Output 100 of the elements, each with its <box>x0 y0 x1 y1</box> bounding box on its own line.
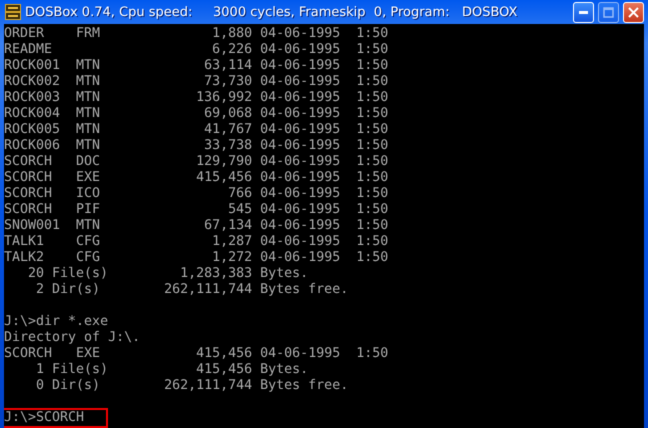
file-size: 1,272 <box>211 250 252 266</box>
file-size: 1,880 <box>211 26 252 42</box>
file-time: 1:50 <box>355 186 388 202</box>
file-extension: CFG <box>76 234 100 250</box>
file-extension: MTN <box>76 58 100 74</box>
file-extension: DOC <box>76 154 100 170</box>
file-name: ROCK006 <box>4 138 62 154</box>
file-extension: ICO <box>76 186 100 202</box>
file-size: 6,226 <box>211 42 252 58</box>
file-date: 04-06-1995 <box>260 234 340 250</box>
file-date: 04-06-1995 <box>260 346 340 362</box>
file-extension: EXE <box>76 170 100 186</box>
file-size: 766 <box>227 186 252 202</box>
file-size: 415,456 <box>195 170 252 186</box>
file-size: 69,068 <box>203 106 252 122</box>
file-time: 1:50 <box>355 138 388 154</box>
command-line: J:\>dir *.exe <box>4 314 108 330</box>
summary-label: Dir(s) <box>52 282 102 298</box>
file-date: 04-06-1995 <box>260 106 340 122</box>
file-size: 136,992 <box>195 90 252 106</box>
file-name: TALK1 <box>4 234 46 250</box>
directory-header: Directory of J:\. <box>4 330 140 346</box>
summary-count: 20 <box>27 266 44 282</box>
file-time: 1:50 <box>355 154 388 170</box>
summary-label: Dir(s) <box>52 378 102 394</box>
file-date: 04-06-1995 <box>260 74 340 90</box>
file-date: 04-06-1995 <box>260 202 340 218</box>
file-name: README <box>4 42 54 58</box>
minimize-button[interactable] <box>573 2 594 22</box>
summary-unit: Bytes free. <box>260 282 348 298</box>
file-time: 1:50 <box>355 42 388 58</box>
close-button[interactable] <box>623 2 644 22</box>
summary-amount: 1,283,383 <box>179 266 252 282</box>
file-name: SNOW001 <box>4 218 62 234</box>
file-extension: MTN <box>76 90 100 106</box>
file-date: 04-06-1995 <box>260 58 340 74</box>
file-date: 04-06-1995 <box>260 218 340 234</box>
file-size: 33,738 <box>203 138 252 154</box>
summary-count: 0 <box>35 378 44 394</box>
file-date: 04-06-1995 <box>260 154 340 170</box>
summary-amount: 415,456 <box>195 362 252 378</box>
file-time: 1:50 <box>355 170 388 186</box>
file-time: 1:50 <box>355 122 388 138</box>
summary-count: 2 <box>35 282 44 298</box>
command-prompt: J:\>SCORCH <box>4 410 106 426</box>
file-name: ROCK003 <box>4 90 62 106</box>
file-size: 545 <box>227 202 252 218</box>
summary-amount: 262,111,744 <box>163 282 252 298</box>
summary-unit: Bytes. <box>260 266 308 282</box>
summary-label: File(s) <box>52 362 108 378</box>
file-extension: MTN <box>76 74 100 90</box>
window-title: DOSBox 0.74, Cpu speed: 3000 cycles, Frameskip 0, Program: DOSBOX <box>25 4 518 20</box>
file-name: SCORCH <box>4 186 54 202</box>
file-name: ROCK005 <box>4 122 62 138</box>
file-date: 04-06-1995 <box>260 138 340 154</box>
file-time: 1:50 <box>355 234 388 250</box>
file-extension: FRM <box>76 26 100 42</box>
file-extension: MTN <box>76 218 100 234</box>
file-date: 04-06-1995 <box>260 42 340 58</box>
file-time: 1:50 <box>355 74 388 90</box>
file-size: 129,790 <box>195 154 252 170</box>
file-date: 04-06-1995 <box>260 122 340 138</box>
file-time: 1:50 <box>355 58 388 74</box>
file-time: 1:50 <box>355 26 388 42</box>
file-size: 415,456 <box>195 346 252 362</box>
file-date: 04-06-1995 <box>260 186 340 202</box>
file-date: 04-06-1995 <box>260 250 340 266</box>
file-name: SCORCH <box>4 346 54 362</box>
summary-count: 1 <box>35 362 44 378</box>
summary-unit: Bytes free. <box>260 378 348 394</box>
summary-unit: Bytes. <box>260 362 308 378</box>
file-name: ROCK002 <box>4 74 62 90</box>
file-time: 1:50 <box>355 106 388 122</box>
file-extension: EXE <box>76 346 100 362</box>
file-size: 1,287 <box>211 234 252 250</box>
file-name: TALK2 <box>4 250 46 266</box>
file-name: ORDER <box>4 26 46 42</box>
file-name: SCORCH <box>4 154 54 170</box>
file-name: ROCK001 <box>4 58 62 74</box>
summary-label: File(s) <box>52 266 108 282</box>
file-time: 1:50 <box>355 202 388 218</box>
file-size: 41,767 <box>203 122 252 138</box>
file-time: 1:50 <box>355 218 388 234</box>
file-extension: PIF <box>76 202 100 218</box>
file-extension: CFG <box>76 250 100 266</box>
file-extension: MTN <box>76 106 100 122</box>
file-name: SCORCH <box>4 170 54 186</box>
maximize-icon <box>603 6 614 18</box>
file-date: 04-06-1995 <box>260 170 340 186</box>
file-extension: MTN <box>76 138 100 154</box>
file-time: 1:50 <box>355 346 388 362</box>
file-extension: MTN <box>76 122 100 138</box>
file-time: 1:50 <box>355 90 388 106</box>
file-size: 73,730 <box>203 74 252 90</box>
file-size: 67,134 <box>203 218 252 234</box>
summary-amount: 262,111,744 <box>163 378 252 394</box>
file-size: 63,114 <box>203 58 252 74</box>
minimize-icon <box>579 10 588 14</box>
file-time: 1:50 <box>355 250 388 266</box>
logo-icon <box>5 4 21 20</box>
